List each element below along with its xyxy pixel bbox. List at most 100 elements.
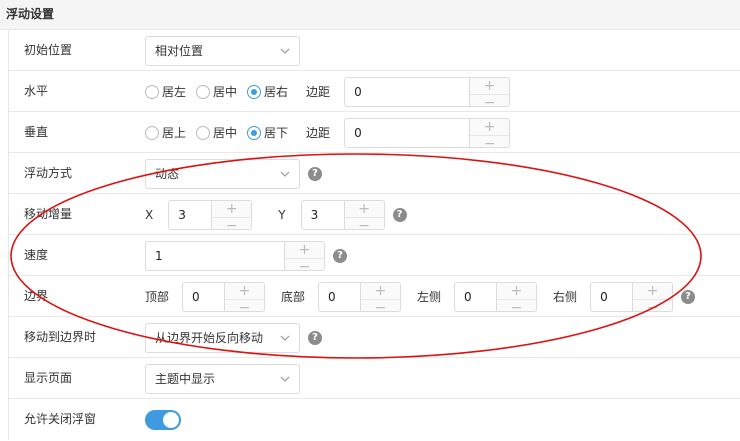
border-top-stepper[interactable]: 0 + −	[182, 281, 266, 312]
radio-horizontal-right[interactable]: 居右	[247, 83, 288, 100]
decrement-button[interactable]: −	[212, 217, 252, 229]
allow-close-toggle[interactable]	[145, 409, 181, 430]
border-right-input[interactable]: 0	[591, 283, 632, 311]
radio-circle	[196, 125, 211, 140]
row-border: 边界 顶部 0 + − 底部 0 + − 左侧 0 + − 右侧 0 + − ?	[9, 276, 740, 317]
increment-button[interactable]: +	[497, 282, 537, 300]
chevron-down-icon	[280, 171, 290, 177]
speed-stepper[interactable]: 1 + −	[145, 240, 325, 271]
increment-button[interactable]: +	[361, 282, 401, 300]
increment-button[interactable]: +	[225, 282, 265, 300]
row-on-boundary: 移动到边界时 从边界开始反向移动 ?	[9, 317, 740, 358]
vertical-label: 垂直	[24, 125, 49, 139]
border-bottom-stepper[interactable]: 0 + −	[318, 281, 402, 312]
on-boundary-label: 移动到边界时	[24, 330, 97, 344]
radio-circle	[145, 84, 159, 99]
float-mode-value: 动态	[155, 166, 180, 181]
radio-circle	[247, 125, 262, 140]
border-bottom-input[interactable]: 0	[319, 283, 360, 311]
initial-position-value: 相对位置	[155, 43, 204, 58]
y-increment-input[interactable]: 3	[302, 201, 344, 229]
float-settings-form: 初始位置 相对位置 水平 居左 居中 居右 边距 0 + − 垂直 居上 居中 居…	[8, 30, 740, 440]
row-horizontal: 水平 居左 居中 居右 边距 0 + −	[9, 71, 740, 112]
border-top-input[interactable]: 0	[183, 283, 224, 311]
y-label: Y	[278, 207, 286, 222]
border-left-label: 左侧	[417, 290, 442, 304]
display-page-value: 主题中显示	[155, 371, 216, 386]
increment-button[interactable]: +	[285, 241, 324, 259]
decrement-button[interactable]: −	[470, 94, 510, 106]
decrement-button[interactable]: −	[633, 299, 673, 311]
increment-button[interactable]: +	[212, 200, 252, 218]
allow-close-label: 允许关闭浮窗	[24, 412, 97, 426]
speed-input[interactable]: 1	[146, 242, 284, 270]
horizontal-margin-stepper[interactable]: 0 + −	[344, 76, 511, 107]
radio-label: 居左	[162, 85, 187, 99]
row-initial-position: 初始位置 相对位置	[9, 30, 740, 71]
chevron-down-icon	[280, 335, 290, 341]
radio-horizontal-left[interactable]: 居左	[145, 83, 186, 100]
radio-circle	[196, 84, 211, 99]
help-icon[interactable]: ?	[308, 166, 322, 181]
increment-button[interactable]: +	[470, 118, 510, 136]
decrement-button[interactable]: −	[497, 299, 537, 311]
border-right-label: 右侧	[553, 290, 578, 304]
decrement-button[interactable]: −	[361, 299, 401, 311]
x-increment-input[interactable]: 3	[169, 201, 211, 229]
chevron-down-icon	[280, 48, 290, 54]
help-icon[interactable]: ?	[333, 248, 347, 263]
row-float-mode: 浮动方式 动态 ?	[9, 153, 740, 194]
border-left-stepper[interactable]: 0 + −	[454, 281, 538, 312]
increment-button[interactable]: +	[470, 77, 510, 95]
row-allow-close: 允许关闭浮窗	[9, 399, 740, 440]
border-bottom-label: 底部	[281, 290, 306, 304]
radio-label: 居右	[264, 85, 289, 99]
border-left-input[interactable]: 0	[455, 283, 496, 311]
increment-button[interactable]: +	[633, 282, 673, 300]
vertical-margin-stepper[interactable]: 0 + −	[344, 117, 511, 148]
radio-vertical-top[interactable]: 居上	[145, 124, 186, 141]
display-page-select[interactable]: 主题中显示	[145, 363, 300, 394]
chevron-down-icon	[280, 376, 290, 382]
vertical-margin-input[interactable]: 0	[345, 119, 469, 147]
float-mode-select[interactable]: 动态	[145, 158, 300, 189]
float-mode-label: 浮动方式	[24, 166, 73, 180]
initial-position-label: 初始位置	[24, 43, 73, 57]
radio-vertical-center[interactable]: 居中	[196, 124, 237, 141]
initial-position-select[interactable]: 相对位置	[145, 35, 300, 66]
border-label: 边界	[24, 289, 49, 303]
row-move-increment: 移动增量 X 3 + − Y 3 + − ?	[9, 194, 740, 235]
move-increment-label: 移动增量	[24, 207, 73, 221]
radio-label: 居中	[213, 126, 238, 140]
on-boundary-value: 从边界开始反向移动	[155, 330, 264, 345]
radio-vertical-bottom[interactable]: 居下	[247, 124, 288, 141]
horizontal-margin-input[interactable]: 0	[345, 78, 469, 106]
radio-label: 居下	[264, 126, 289, 140]
help-icon[interactable]: ?	[392, 207, 407, 222]
decrement-button[interactable]: −	[470, 135, 510, 147]
section-title: 浮动设置	[0, 0, 740, 30]
increment-button[interactable]: +	[344, 200, 384, 218]
speed-label: 速度	[24, 248, 49, 262]
horizontal-label: 水平	[24, 84, 49, 98]
radio-circle	[145, 125, 159, 140]
y-increment-stepper[interactable]: 3 + −	[300, 199, 385, 230]
x-increment-stepper[interactable]: 3 + −	[168, 199, 253, 230]
decrement-button[interactable]: −	[225, 299, 265, 311]
on-boundary-select[interactable]: 从边界开始反向移动	[145, 322, 300, 353]
row-vertical: 垂直 居上 居中 居下 边距 0 + −	[9, 112, 740, 153]
help-icon[interactable]: ?	[308, 330, 322, 345]
border-right-stepper[interactable]: 0 + −	[590, 281, 674, 312]
radio-horizontal-center[interactable]: 居中	[196, 83, 237, 100]
x-label: X	[145, 207, 154, 222]
radio-label: 居中	[213, 85, 238, 99]
toggle-knob	[163, 411, 179, 428]
horizontal-margin-label: 边距	[306, 85, 331, 99]
border-top-label: 顶部	[145, 290, 170, 304]
decrement-button[interactable]: −	[285, 258, 324, 270]
display-page-label: 显示页面	[24, 371, 73, 385]
vertical-margin-label: 边距	[306, 126, 331, 140]
help-icon[interactable]: ?	[681, 289, 696, 304]
row-speed: 速度 1 + − ?	[9, 235, 740, 276]
decrement-button[interactable]: −	[344, 217, 384, 229]
